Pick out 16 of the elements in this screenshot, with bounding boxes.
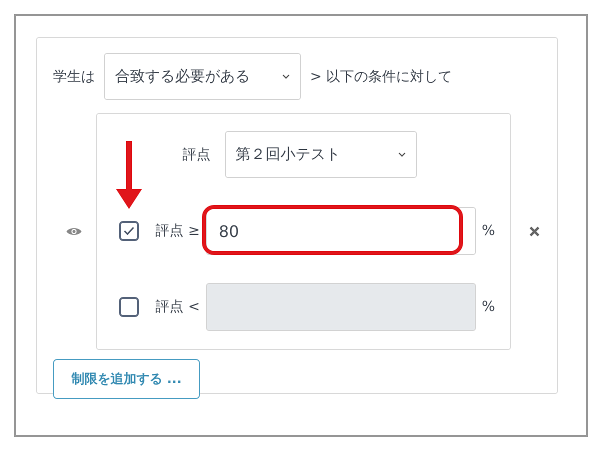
- label: 評点 <: [156, 298, 201, 316]
- dropdown[interactable]: 第２回小テスト: [224, 131, 417, 178]
- label: > 以下の条件に対して: [310, 68, 452, 86]
- label: 学生は: [53, 68, 95, 86]
- caret-icon: [282, 74, 290, 79]
- check-icon: [122, 226, 135, 236]
- eye-icon[interactable]: [66, 226, 82, 237]
- caret-icon: [398, 152, 406, 157]
- unit-label: %: [482, 223, 496, 239]
- dropdown[interactable]: 合致する必要がある: [104, 53, 301, 100]
- add-restriction-button[interactable]: 制限を追加する ...: [53, 359, 200, 399]
- close-icon[interactable]: [528, 226, 540, 237]
- checkbox[interactable]: [118, 221, 139, 241]
- label: 評点 ≥: [156, 222, 201, 240]
- unit-label: %: [482, 299, 496, 315]
- label: 評点: [182, 146, 211, 164]
